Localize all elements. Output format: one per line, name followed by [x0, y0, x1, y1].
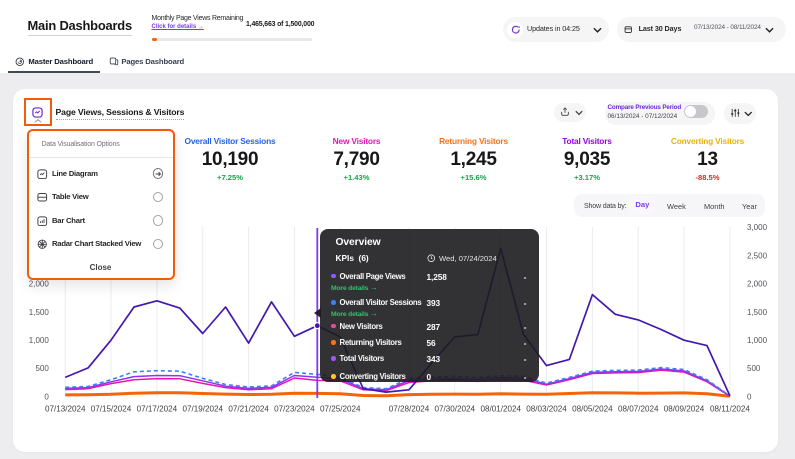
svg-text:07/15/2024: 07/15/2024 — [91, 405, 132, 414]
svg-text:07/25/2024: 07/25/2024 — [320, 405, 361, 414]
svg-text:08/07/2024: 08/07/2024 — [618, 405, 659, 414]
svg-text:07/19/2024: 07/19/2024 — [182, 405, 223, 414]
svg-text:07/13/2024: 07/13/2024 — [45, 405, 86, 414]
svg-text:08/01/2024: 08/01/2024 — [480, 405, 521, 414]
svg-text:2,000: 2,000 — [747, 280, 768, 289]
svg-text:2,500: 2,500 — [747, 251, 768, 260]
svg-text:500: 500 — [35, 364, 49, 373]
svg-text:2,000: 2,000 — [29, 280, 50, 289]
svg-text:1,500: 1,500 — [29, 308, 50, 317]
svg-text:1,000: 1,000 — [747, 336, 768, 345]
svg-text:08/09/2024: 08/09/2024 — [664, 405, 705, 414]
svg-text:07/28/2024: 07/28/2024 — [389, 405, 430, 414]
svg-text:07/21/2024: 07/21/2024 — [228, 405, 269, 414]
svg-text:1,000: 1,000 — [29, 336, 50, 345]
svg-text:08/11/2024: 08/11/2024 — [710, 405, 750, 414]
svg-text:07/30/2024: 07/30/2024 — [435, 405, 476, 414]
svg-text:3,000: 3,000 — [747, 223, 768, 232]
svg-text:1,500: 1,500 — [747, 308, 768, 317]
svg-text:0: 0 — [44, 392, 49, 401]
svg-text:08/05/2024: 08/05/2024 — [572, 405, 613, 414]
svg-text:07/17/2024: 07/17/2024 — [137, 405, 178, 414]
svg-text:0: 0 — [747, 392, 752, 401]
svg-text:07/23/2024: 07/23/2024 — [274, 405, 315, 414]
svg-text:500: 500 — [747, 364, 761, 373]
svg-text:08/03/2024: 08/03/2024 — [526, 405, 567, 414]
